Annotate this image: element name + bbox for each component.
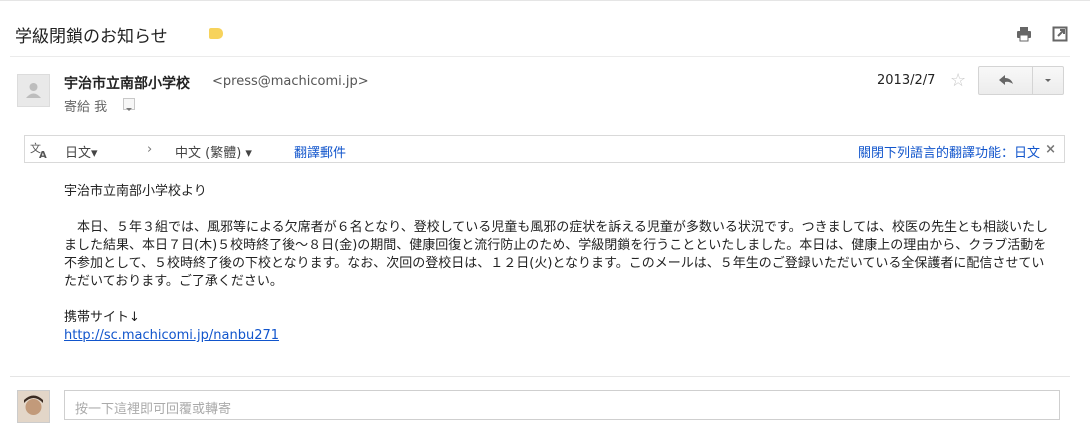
source-language-select[interactable]: 日文▾ — [65, 142, 98, 161]
reply-button[interactable] — [978, 66, 1033, 95]
reply-icon — [999, 75, 1013, 85]
mobile-site-link[interactable]: http://sc.machicomi.jp/nanbu271 — [64, 328, 279, 343]
sender-avatar[interactable] — [17, 74, 50, 107]
more-actions-button[interactable] — [1032, 66, 1064, 95]
footer-divider — [10, 376, 1070, 377]
arrow-icon: › — [147, 142, 153, 157]
chevron-down-icon — [1045, 79, 1051, 82]
important-label-icon[interactable] — [209, 28, 223, 39]
sender-name[interactable]: 宇治市立南部小学校 — [64, 73, 190, 93]
translate-message-link[interactable]: 翻譯郵件 — [294, 142, 346, 161]
email-date: 2013/2/7 — [877, 73, 936, 88]
body-paragraph: 本日、５年３組では、風邪等による欠席者が６名となり、登校している児童も風邪の症状… — [64, 220, 1048, 289]
translate-bar: 文 A 日文▾ › 中文 (繁體) ▾ 翻譯郵件 關閉下列語言的翻譯功能：日文 … — [24, 135, 1065, 163]
greeting: 宇治市立南部小学校より — [64, 184, 207, 199]
header-divider — [10, 56, 1070, 57]
translate-icon: 文 A — [30, 141, 47, 160]
reply-input[interactable]: 按一下這裡即可回覆或轉寄 — [64, 390, 1060, 420]
recipient-line: 寄給 我 — [64, 100, 108, 115]
target-language-select[interactable]: 中文 (繁體) ▾ — [175, 142, 252, 161]
email-body: 宇治市立南部小学校より 本日、５年３組では、風邪等による欠席者が６名となり、登校… — [64, 183, 1054, 345]
turn-off-translation-link[interactable]: 關閉下列語言的翻譯功能：日文 — [858, 142, 1040, 161]
print-icon[interactable] — [1016, 26, 1032, 42]
star-icon[interactable]: ☆ — [950, 70, 966, 91]
mobile-site-label: 携帯サイト↓ — [64, 310, 140, 325]
new-window-icon[interactable] — [1052, 26, 1068, 42]
email-subject: 学級閉鎖のお知らせ — [15, 27, 168, 47]
top-divider — [0, 0, 1090, 1]
person-icon — [26, 83, 41, 98]
sender-email: <press@machicomi.jp> — [212, 74, 369, 89]
svg-text:A: A — [39, 150, 47, 160]
details-caret-icon[interactable] — [123, 98, 135, 111]
close-icon[interactable]: × — [1045, 142, 1056, 157]
